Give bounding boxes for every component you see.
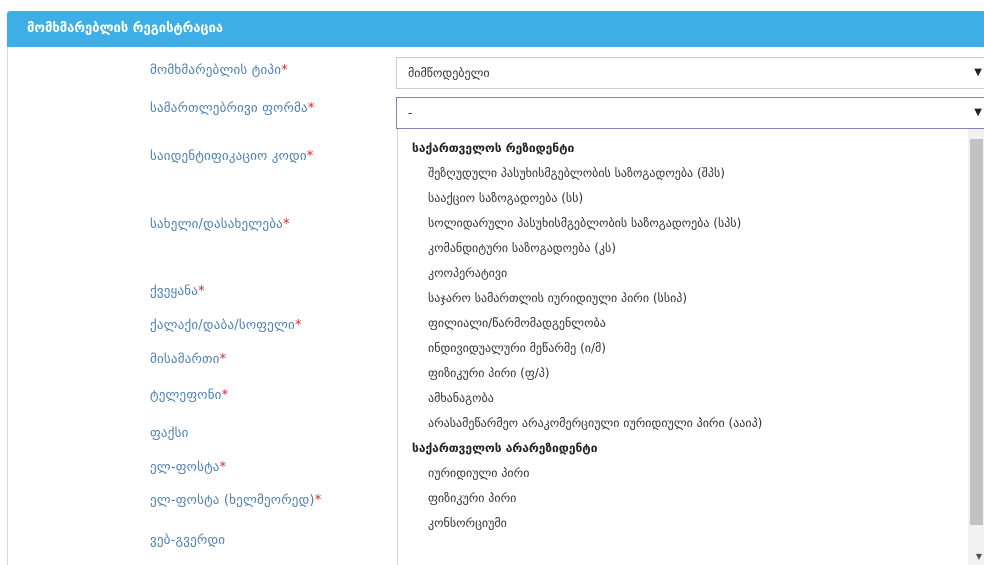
legal-form-dropdown-list: საქართველოს რეზიდენტი შეზღუდული პასუხისმ… [397, 129, 984, 565]
label-user-type: მომხმარებლის ტიპი* [150, 63, 288, 78]
dropdown-scrollbar[interactable]: ▼ [968, 129, 984, 565]
label-name: სახელი/დასახელება* [150, 217, 290, 232]
dropdown-caret-icon: ▼ [974, 107, 982, 118]
user-type-select[interactable]: მიმწოდებელი ▼ [396, 57, 984, 89]
label-country: ქვეყანა* [150, 284, 205, 299]
dropdown-caret-icon: ▼ [974, 67, 982, 78]
dropdown-option[interactable]: კონსორციუმი [428, 516, 507, 530]
label-legal-form: სამართლებრივი ფორმა* [150, 101, 315, 116]
scroll-down-arrow-icon[interactable]: ▼ [976, 552, 982, 561]
dropdown-option[interactable]: საჯარო სამართლის იურიდიული პირი (სსიპ) [428, 291, 687, 305]
scrollbar-thumb[interactable] [970, 139, 983, 525]
dropdown-option[interactable]: სოლიდარული პასუხისმგებლობის საზოგადოება … [428, 216, 741, 230]
optgroup-resident: საქართველოს რეზიდენტი [412, 141, 575, 155]
label-address: მისამართი* [150, 352, 227, 367]
dropdown-option[interactable]: ფილიალი/წარმომადგენლობა [428, 316, 606, 330]
label-website: ვებ-გვერდი [150, 533, 226, 548]
label-id-code: საიდენტიფიკაციო კოდი* [150, 149, 314, 164]
label-email-repeat: ელ-ფოსტა (ხელმეორედ)* [150, 493, 322, 508]
dropdown-option[interactable]: შეზღუდული პასუხისმგებლობის საზოგადოება (… [428, 166, 725, 180]
label-city: ქალაქი/დაბა/სოფელი* [150, 318, 302, 333]
form-header: მომხმარებლის რეგისტრაცია [7, 11, 984, 47]
form-title: მომხმარებლის რეგისტრაცია [27, 21, 224, 36]
dropdown-option[interactable]: სააქციო საზოგადოება (სს) [428, 191, 583, 205]
dropdown-option[interactable]: კოოპერატივი [428, 266, 507, 280]
dropdown-option[interactable]: არასამეწარმეო არაკომერციული იურიდიული პი… [428, 416, 762, 430]
label-phone: ტელეფონი* [150, 388, 229, 403]
dropdown-option[interactable]: ფიზიკური პირი (ფ/პ) [428, 366, 550, 380]
optgroup-non-resident: საქართველოს არარეზიდენტი [412, 441, 598, 455]
legal-form-select[interactable]: - ▼ [396, 97, 984, 129]
dropdown-option[interactable]: იურიდიული პირი [428, 466, 529, 480]
dropdown-option[interactable]: ინდივიდუალური მეწარმე (ი/მ) [428, 341, 606, 355]
dropdown-option[interactable]: კომანდიტური საზოგადოება (კს) [428, 241, 616, 255]
dropdown-option[interactable]: ამხანაგობა [428, 391, 494, 405]
dropdown-option[interactable]: ფიზიკური პირი [428, 491, 516, 505]
label-fax: ფაქსი [150, 426, 189, 441]
legal-form-value: - [408, 106, 413, 120]
label-email: ელ-ფოსტა* [150, 460, 227, 475]
user-type-value: მიმწოდებელი [408, 66, 490, 80]
